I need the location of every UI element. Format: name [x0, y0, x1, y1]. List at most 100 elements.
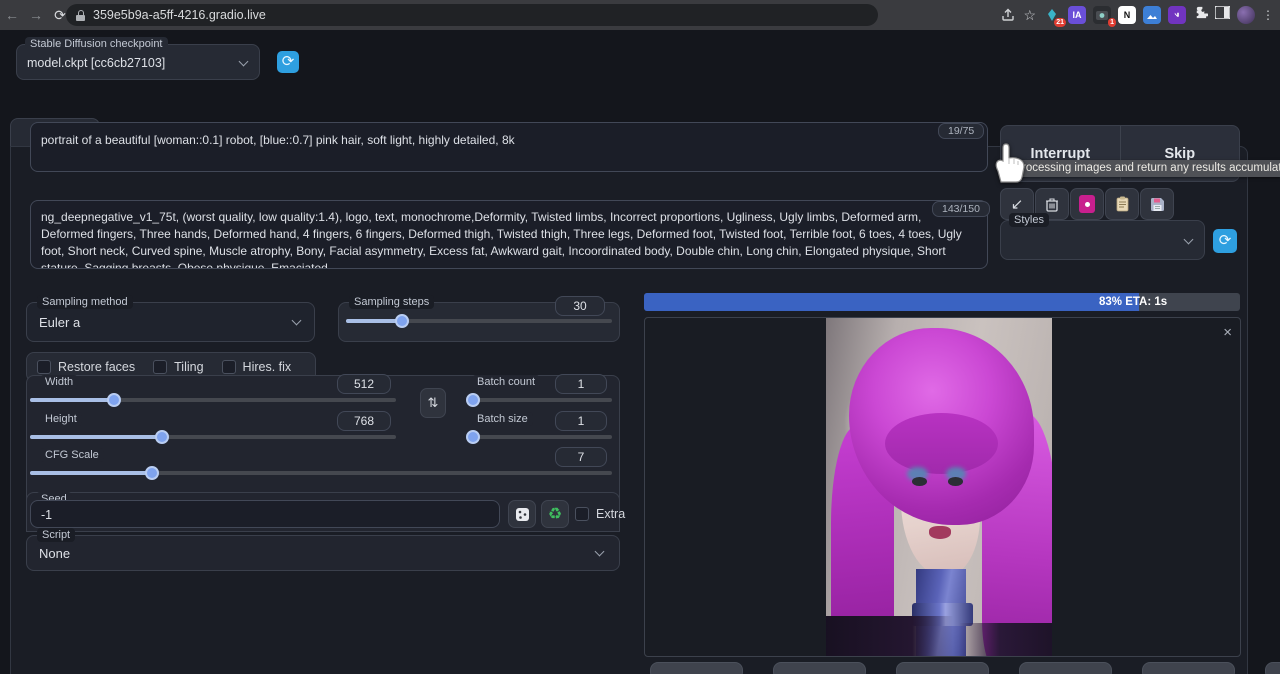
url-text: 359e5b9a-a5ff-4216.gradio.live [93, 8, 266, 22]
script-select[interactable]: Script None [26, 535, 620, 571]
cfg-scale-input[interactable]: 7 [555, 447, 607, 467]
forward-icon[interactable]: → [24, 7, 48, 23]
sidepanel-icon[interactable] [1215, 6, 1230, 24]
script-value: None [39, 546, 70, 561]
negative-token-counter: 143/150 [932, 201, 990, 217]
extra-networks-button[interactable] [1070, 188, 1104, 220]
screen: ← → ⟳ 359e5b9a-a5ff-4216.gradio.live ☆ 2… [0, 0, 1280, 674]
chevron-down-icon [292, 316, 302, 326]
chevron-down-icon [239, 57, 249, 67]
reuse-seed-button[interactable]: ♻ [541, 500, 569, 528]
ext-ia-icon[interactable]: IA [1068, 6, 1086, 24]
checkpoint-dropdown[interactable]: Stable Diffusion checkpoint model.ckpt [… [16, 44, 260, 80]
interrupt-tooltip: rocessing images and return any results … [1018, 160, 1280, 177]
progress-label: 83% ETA: 1s [1099, 293, 1167, 311]
progress-fill [644, 293, 1139, 311]
batch-count-label: Batch count [472, 375, 540, 389]
zip-button[interactable] [773, 662, 866, 674]
puzzle-extensions-icon[interactable] [1193, 5, 1208, 25]
save-style-button[interactable] [1140, 188, 1174, 220]
sampling-method-value: Euler a [39, 315, 80, 330]
checkpoint-refresh-button[interactable]: ⟳ [277, 51, 299, 73]
send-to-inpaint-button[interactable] [1019, 662, 1112, 674]
generation-progress-bar: 83% ETA: 1s [644, 293, 1240, 311]
checkbox-icon [222, 360, 236, 374]
lock-icon [76, 10, 85, 21]
seed-input[interactable]: -1 [30, 500, 500, 528]
eye-right [948, 477, 963, 486]
script-label: Script [37, 528, 75, 542]
browser-extensions-row: ☆ 21 IA 1 N ⋮ [1000, 0, 1274, 30]
random-seed-button[interactable] [508, 500, 536, 528]
shoulder-left [826, 616, 953, 657]
send-to-img2img-button[interactable] [896, 662, 989, 674]
cfg-scale-label: CFG Scale [40, 448, 104, 462]
ext-notion-icon[interactable]: N [1118, 6, 1136, 24]
cfg-scale-slider[interactable] [30, 471, 612, 475]
send-to-extras-button[interactable] [1142, 662, 1235, 674]
negative-prompt-textarea[interactable]: ng_deepnegative_v1_75t, (worst quality, … [30, 200, 988, 269]
close-icon[interactable]: × [1223, 324, 1232, 341]
browser-toolbar: ← → ⟳ 359e5b9a-a5ff-4216.gradio.live ☆ 2… [0, 0, 1280, 30]
chevron-down-icon [595, 547, 605, 557]
sampling-steps-input[interactable]: 30 [555, 296, 605, 316]
ext-camera-icon[interactable]: 1 [1093, 6, 1111, 24]
eye-left [912, 477, 927, 486]
width-label: Width [40, 375, 78, 389]
mouse-cursor-hand [988, 138, 1030, 184]
height-slider[interactable] [30, 435, 396, 439]
sampling-method-select[interactable]: Sampling method Euler a [26, 302, 315, 342]
arrow-down-left-icon: ↙ [1011, 195, 1024, 213]
shoulder-right [959, 623, 1052, 657]
generated-image-preview[interactable] [826, 318, 1052, 657]
checkpoint-value: model.ckpt [cc6cb27103] [27, 56, 165, 70]
batch-count-slider[interactable] [467, 398, 612, 402]
restore-faces-checkbox[interactable]: Restore faces [37, 360, 135, 374]
styles-refresh-button[interactable]: ⟳ [1213, 229, 1237, 253]
ext-onenote-icon[interactable] [1168, 6, 1186, 24]
apply-styles-button[interactable] [1105, 188, 1139, 220]
width-slider[interactable] [30, 398, 396, 402]
checkbox-icon [153, 360, 167, 374]
dice-icon [515, 507, 530, 522]
batch-count-input[interactable]: 1 [555, 374, 607, 394]
extra-seed-checkbox[interactable]: Extra [575, 507, 625, 521]
prompt-textarea[interactable]: portrait of a beautiful [woman::0.1] rob… [30, 122, 988, 172]
browser-menu-icon[interactable]: ⋮ [1262, 8, 1274, 22]
height-label: Height [40, 412, 82, 426]
ext-teal-icon[interactable]: 21 [1043, 6, 1061, 24]
tiling-checkbox[interactable]: Tiling [153, 360, 203, 374]
lips [929, 526, 952, 538]
checkbox-icon [575, 507, 589, 521]
url-bar[interactable]: 359e5b9a-a5ff-4216.gradio.live [66, 4, 878, 26]
checkpoint-label: Stable Diffusion checkpoint [25, 37, 168, 51]
styles-dropdown[interactable]: Styles [1000, 220, 1205, 260]
negative-prompt-text: ng_deepnegative_v1_75t, (worst quality, … [41, 210, 962, 269]
width-input[interactable]: 512 [337, 374, 391, 394]
profile-avatar[interactable] [1237, 6, 1255, 24]
extra-action-button[interactable] [1265, 662, 1280, 674]
sampling-steps-slider[interactable] [346, 319, 612, 323]
height-input[interactable]: 768 [337, 411, 391, 431]
output-gallery: × [644, 317, 1241, 657]
clipboard-icon [1116, 196, 1129, 212]
batch-size-slider[interactable] [467, 435, 612, 439]
floppy-disk-icon [1150, 197, 1165, 212]
back-icon[interactable]: ← [0, 7, 24, 23]
trash-icon [1045, 197, 1059, 212]
swap-width-height-button[interactable]: ⇅ [420, 388, 446, 418]
swap-arrows-icon: ⇅ [428, 395, 439, 411]
batch-size-input[interactable]: 1 [555, 411, 607, 431]
prompt-text: portrait of a beautiful [woman::0.1] rob… [41, 133, 515, 147]
ext-photos-icon[interactable] [1143, 6, 1161, 24]
share-icon[interactable] [1000, 7, 1016, 23]
recycle-icon: ♻ [548, 504, 562, 524]
sampling-steps-label: Sampling steps [349, 295, 434, 309]
hires-fix-checkbox[interactable]: Hires. fix [222, 360, 292, 374]
extra-networks-card-icon [1079, 195, 1095, 213]
gradio-app: Stable Diffusion checkpoint model.ckpt [… [0, 30, 1280, 674]
save-button[interactable] [650, 662, 743, 674]
styles-label: Styles [1009, 213, 1049, 227]
chevron-down-icon [1184, 235, 1194, 245]
bookmark-star-icon[interactable]: ☆ [1023, 7, 1036, 24]
